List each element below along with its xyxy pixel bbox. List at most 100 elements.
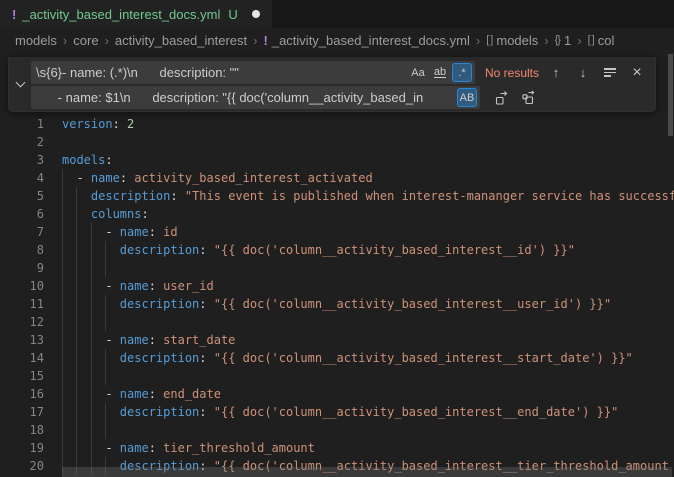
breadcrumb-item[interactable]: [ ]models	[486, 33, 538, 48]
next-match-button[interactable]: ↓	[573, 63, 593, 83]
code-line[interactable]	[62, 367, 674, 385]
line-number[interactable]: 2	[0, 133, 44, 151]
code-line[interactable]: models:	[62, 151, 674, 169]
breadcrumb-item[interactable]: !_activity_based_interest_docs.yml	[264, 33, 470, 48]
code-line[interactable]: description: "{{ doc('column__activity_b…	[62, 295, 674, 313]
code-line[interactable]: description: "{{ doc('column__activity_b…	[62, 403, 674, 421]
code-text: - name: start_date	[62, 333, 235, 347]
previous-match-button[interactable]: ↑	[546, 63, 566, 83]
indent-guide	[62, 295, 63, 313]
line-number[interactable]: 7	[0, 223, 44, 241]
code-line[interactable]: columns:	[62, 205, 674, 223]
line-number[interactable]: 6	[0, 205, 44, 223]
code-line[interactable]: description: "{{ doc('column__activity_b…	[62, 241, 674, 259]
tab-active-file[interactable]: ! _activity_based_interest_docs.yml U	[0, 0, 272, 28]
arrow-down-icon: ↓	[580, 65, 587, 80]
breadcrumb-item[interactable]: [ ] col	[588, 33, 615, 48]
breadcrumb-item[interactable]: activity_based_interest	[115, 33, 247, 48]
toggle-replace-button[interactable]	[9, 57, 31, 111]
indent-guide	[91, 331, 92, 349]
code-line[interactable]: version: 2	[62, 115, 674, 133]
code-line[interactable]	[62, 133, 674, 151]
array-symbol-icon: [ ]	[588, 34, 594, 46]
code-line[interactable]: - name: activity_based_interest_activate…	[62, 169, 674, 187]
indent-guide	[62, 439, 63, 457]
code-line[interactable]	[62, 259, 674, 277]
yaml-file-icon: !	[264, 33, 268, 48]
indent-guide	[91, 259, 92, 277]
breadcrumb-separator-icon: ›	[476, 33, 480, 48]
find-input[interactable]: \s{6}- name: (.*)\n description: "" Aa a…	[31, 61, 475, 84]
indent-guide	[105, 241, 106, 259]
line-number[interactable]: 12	[0, 313, 44, 331]
indent-guide	[62, 223, 63, 241]
line-number[interactable]: 14	[0, 349, 44, 367]
find-widget-rows: \s{6}- name: (.*)\n description: "" Aa a…	[31, 57, 655, 110]
line-number[interactable]: 18	[0, 421, 44, 439]
line-number[interactable]: 3	[0, 151, 44, 169]
code-line[interactable]: description: "{{ doc('column__activity_b…	[62, 349, 674, 367]
chevron-down-icon	[15, 78, 25, 88]
close-find-widget-button[interactable]: ×	[627, 63, 647, 83]
indent-guide	[105, 259, 106, 277]
line-number[interactable]: 13	[0, 331, 44, 349]
line-number[interactable]: 17	[0, 403, 44, 421]
breadcrumb-item[interactable]: core	[73, 33, 98, 48]
indent-guide	[62, 403, 63, 421]
line-number[interactable]: 19	[0, 439, 44, 457]
find-row: \s{6}- name: (.*)\n description: "" Aa a…	[31, 60, 647, 85]
line-number[interactable]: 15	[0, 367, 44, 385]
breadcrumb-item[interactable]: models	[15, 33, 57, 48]
code-line[interactable]	[62, 313, 674, 331]
match-case-toggle[interactable]: Aa	[408, 63, 428, 82]
editor-area[interactable]: 1234567891011121314151617181920 version:…	[0, 52, 674, 477]
whole-word-icon: ab	[434, 67, 446, 78]
whole-word-toggle[interactable]: ab	[430, 63, 450, 82]
tab-filename: _activity_based_interest_docs.yml	[22, 7, 220, 22]
find-in-selection-button[interactable]	[600, 63, 620, 83]
indent-guide	[62, 349, 63, 367]
replace-value-text: - name: $1\n description: "{{ doc('colum…	[36, 90, 455, 105]
line-number[interactable]: 20	[0, 457, 44, 475]
indent-guide	[62, 259, 63, 277]
line-number[interactable]: 9	[0, 259, 44, 277]
line-number[interactable]: 16	[0, 385, 44, 403]
code-line[interactable]: - name: user_id	[62, 277, 674, 295]
indent-guide	[62, 421, 63, 439]
line-number[interactable]: 4	[0, 169, 44, 187]
arrow-up-icon: ↑	[553, 65, 560, 80]
line-number[interactable]: 11	[0, 295, 44, 313]
indent-guide	[76, 295, 77, 313]
code-line[interactable]: - name: tier_threshold_amount	[62, 439, 674, 457]
preserve-case-toggle[interactable]: AB	[457, 88, 477, 107]
regex-toggle[interactable]: .*	[452, 63, 472, 82]
indent-guide	[91, 295, 92, 313]
line-number[interactable]: 5	[0, 187, 44, 205]
replace-button[interactable]	[492, 88, 512, 108]
horizontal-scrollbar[interactable]	[62, 467, 672, 477]
object-symbol-icon: {}	[555, 34, 560, 46]
breadcrumb-item[interactable]: {}1	[555, 33, 572, 48]
indent-guide	[76, 367, 77, 385]
breadcrumb-separator-icon: ›	[105, 33, 109, 48]
code-line[interactable]: - name: end_date	[62, 385, 674, 403]
line-number[interactable]: 1	[0, 115, 44, 133]
code-line[interactable]: - name: start_date	[62, 331, 674, 349]
code-line[interactable]: - name: id	[62, 223, 674, 241]
code-text: - name: tier_threshold_amount	[62, 441, 315, 455]
replace-input[interactable]: - name: $1\n description: "{{ doc('colum…	[31, 86, 480, 109]
breadcrumb-label: col	[598, 33, 615, 48]
indent-guide	[91, 421, 92, 439]
indent-guide	[62, 331, 63, 349]
code-line[interactable]	[62, 421, 674, 439]
indent-guide	[105, 403, 106, 421]
breadcrumb-label: models	[15, 33, 57, 48]
replace-all-button[interactable]	[519, 88, 539, 108]
line-number[interactable]: 8	[0, 241, 44, 259]
breadcrumb-label: activity_based_interest	[115, 33, 247, 48]
modified-dot-icon[interactable]	[252, 10, 260, 18]
close-icon: ×	[632, 64, 641, 82]
line-number[interactable]: 10	[0, 277, 44, 295]
code-line[interactable]: description: "This event is published wh…	[62, 187, 674, 205]
vertical-scrollbar[interactable]	[668, 54, 673, 136]
